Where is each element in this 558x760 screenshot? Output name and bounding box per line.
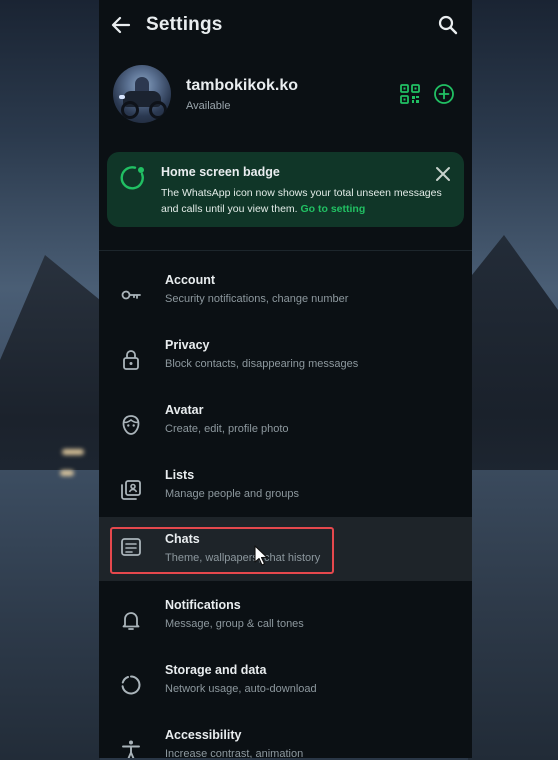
item-title: Storage and data <box>165 663 267 677</box>
background-light <box>60 470 74 476</box>
storage-circle-icon <box>121 675 141 695</box>
settings-item-accessibility[interactable]: Accessibility Increase contrast, animati… <box>99 718 472 758</box>
search-button[interactable] <box>436 13 460 37</box>
settings-item-storage[interactable]: Storage and data Network usage, auto-dow… <box>99 653 472 717</box>
item-subtitle: Manage people and groups <box>165 488 299 500</box>
bell-icon <box>122 612 140 630</box>
item-title: Avatar <box>165 403 204 417</box>
settings-header: Settings <box>99 0 472 50</box>
item-title: Accessibility <box>165 728 242 742</box>
item-subtitle: Security notifications, change number <box>165 293 349 305</box>
item-subtitle: Network usage, auto-download <box>165 683 317 695</box>
plus-circle-icon <box>434 84 454 104</box>
avatar-face-icon <box>122 415 140 435</box>
accessibility-icon <box>122 740 140 758</box>
settings-item-account[interactable]: Account Security notifications, change n… <box>99 263 472 327</box>
settings-item-avatar[interactable]: Avatar Create, edit, profile photo <box>99 393 472 457</box>
close-icon <box>436 167 450 181</box>
qr-code-button[interactable] <box>399 83 421 105</box>
badge-description: The WhatsApp icon now shows your total u… <box>161 187 442 215</box>
lock-icon <box>123 350 139 370</box>
arrow-left-icon <box>111 16 131 34</box>
profile-row[interactable]: tambokikok.ko Available <box>99 56 472 132</box>
lists-icon <box>121 480 141 500</box>
mouse-cursor-icon <box>254 545 268 566</box>
item-subtitle: Increase contrast, animation <box>165 748 304 758</box>
item-title: Privacy <box>165 338 210 352</box>
background-lake-right <box>468 470 558 760</box>
qr-code-icon <box>400 84 420 104</box>
close-badge-button[interactable] <box>434 165 452 183</box>
settings-item-privacy[interactable]: Privacy Block contacts, disappearing mes… <box>99 328 472 392</box>
background-lake-left <box>0 470 100 760</box>
badge-circle-icon <box>120 166 144 190</box>
background-light <box>62 449 84 455</box>
chats-highlight-box <box>110 527 334 574</box>
page-title: Settings <box>146 14 223 35</box>
item-title: Lists <box>165 468 195 482</box>
profile-name: tambokikok.ko <box>186 77 299 94</box>
profile-status: Available <box>186 100 231 112</box>
avatar[interactable] <box>113 65 171 123</box>
item-subtitle: Create, edit, profile photo <box>165 423 289 435</box>
item-subtitle: Message, group & call tones <box>165 618 304 630</box>
item-subtitle: Block contacts, disappearing messages <box>165 358 359 370</box>
key-icon <box>121 290 141 300</box>
item-title: Notifications <box>165 598 241 612</box>
back-button[interactable] <box>109 13 133 37</box>
divider <box>99 250 472 251</box>
go-to-setting-link[interactable]: Go to setting <box>301 203 366 215</box>
settings-item-lists[interactable]: Lists Manage people and groups <box>99 458 472 522</box>
settings-panel: Settings tambokikok.ko Available Home sc… <box>99 0 472 758</box>
badge-title: Home screen badge <box>161 165 280 179</box>
search-icon <box>438 15 458 35</box>
home-screen-badge-card: Home screen badge The WhatsApp icon now … <box>107 152 464 227</box>
add-account-button[interactable] <box>433 83 455 105</box>
settings-item-notifications[interactable]: Notifications Message, group & call tone… <box>99 588 472 652</box>
item-title: Account <box>165 273 215 287</box>
